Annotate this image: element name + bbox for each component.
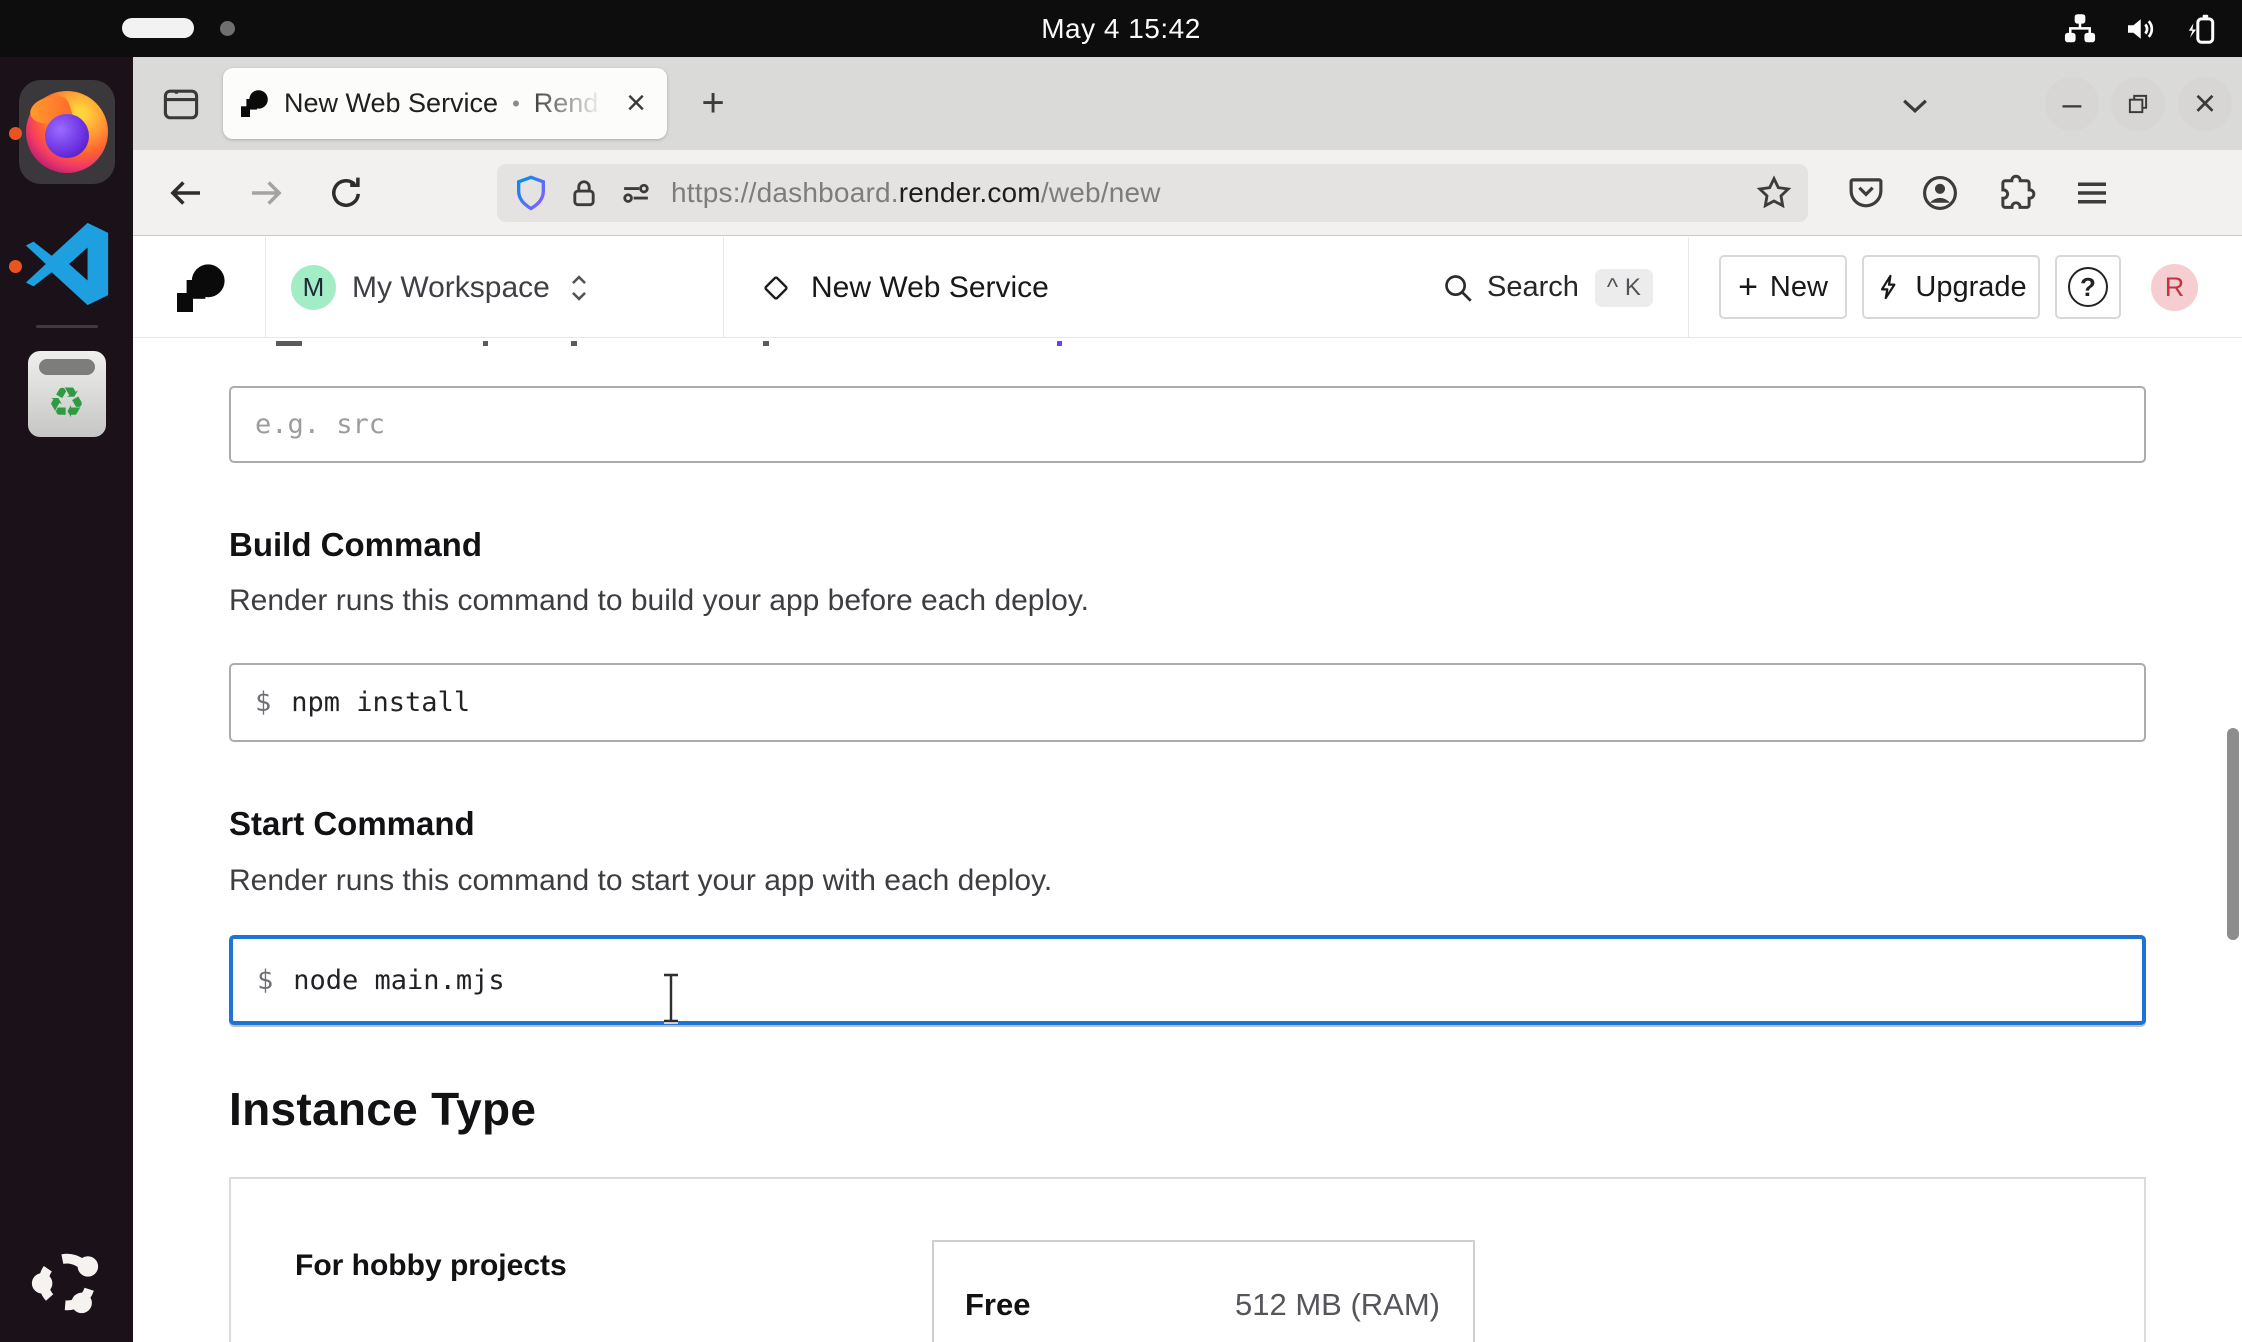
tab-bar: New Web Service • Rend × + – × [133,57,2242,150]
clipped-text-fragment [763,341,769,346]
instance-name: Free [965,1287,1030,1323]
header-divider [1688,237,1689,338]
search-icon [1441,271,1475,305]
user-avatar[interactable]: R [2151,264,2198,311]
build-command-input[interactable] [291,687,2120,718]
upgrade-button[interactable]: Upgrade [1862,255,2040,319]
desktop: May 4 15:42 [0,0,2242,1342]
pocket-icon[interactable] [1845,172,1887,214]
instance-type-panel: For hobby projects Free 512 MB (RAM) [229,1177,2146,1342]
render-header: M My Workspace New Web Service Search ^ … [133,237,2242,338]
back-icon[interactable] [165,172,207,214]
url-text[interactable]: https://dashboard.render.com/web/new [671,177,1161,209]
network-icon[interactable] [2062,11,2098,47]
dock: ♻ [0,57,133,1342]
help-button[interactable]: ? [2055,255,2121,319]
render-favicon [241,90,268,117]
build-command-field[interactable]: $ [229,663,2146,742]
root-directory-input[interactable] [229,386,2146,463]
firefox-running-dot [9,127,22,140]
permissions-icon[interactable] [617,174,655,212]
firefox-active-tile[interactable] [19,80,115,184]
ibeam-cursor [660,972,682,1024]
reload-icon[interactable] [325,172,367,214]
page-title-group: New Web Service [759,237,1049,338]
header-divider [265,237,266,338]
battery-charging-icon[interactable] [2182,10,2220,48]
vscode-running-dot [9,260,22,273]
diamond-icon [759,271,793,305]
render-logo[interactable] [177,237,225,338]
chevron-up-down-icon [564,271,594,305]
list-tabs-chevron-icon[interactable] [1895,85,1935,125]
show-apps-button[interactable] [0,1242,133,1322]
prompt-dollar: $ [255,687,271,718]
volume-icon[interactable] [2122,11,2158,47]
tab-close-icon[interactable]: × [615,82,657,124]
tab-title: New Web Service • Rend [284,88,614,119]
search-button[interactable]: Search ^ K [1441,237,1653,338]
instance-ram: 512 MB (RAM) [1235,1287,1440,1323]
start-command-input[interactable] [293,965,2118,996]
trash-icon: ♻ [28,351,106,437]
new-tab-button[interactable]: + [689,79,737,127]
workspace-name: My Workspace [352,271,550,305]
start-command-title: Start Command [229,805,475,843]
navigation-toolbar: https://dashboard.render.com/web/new [133,150,2242,236]
vscode-icon [20,217,114,311]
extensions-puzzle-icon[interactable] [1995,172,2037,214]
tracking-shield-icon[interactable] [511,173,551,213]
start-command-description: Render runs this command to start your a… [229,864,1052,898]
workspace-avatar: M [291,265,336,310]
close-button[interactable]: × [2178,77,2232,131]
system-top-bar: May 4 15:42 [0,0,2242,57]
dock-separator [36,325,98,328]
start-command-field[interactable]: $ [229,935,2146,1025]
page-title: New Web Service [811,271,1049,305]
question-icon: ? [2068,267,2108,307]
firefox-view-icon[interactable] [155,82,207,126]
scrollbar-thumb[interactable] [2227,728,2239,940]
clipped-text-fragment [571,341,577,346]
search-shortcut-badge: ^ K [1595,269,1653,307]
header-divider [723,237,724,338]
clipped-text-fragment [483,341,488,346]
clock[interactable]: May 4 15:42 [0,0,2242,57]
restore-button[interactable] [2111,77,2165,131]
firefox-icon [26,91,108,173]
tab-new-web-service[interactable]: New Web Service • Rend × [223,68,667,139]
plus-icon: + [1738,268,1758,307]
forward-icon[interactable] [245,172,287,214]
minimize-button[interactable]: – [2045,77,2099,131]
clipped-text-fragment [1057,341,1062,346]
firefox-window: New Web Service • Rend × + – × [133,57,2242,1342]
new-button[interactable]: + New [1719,255,1847,319]
lock-icon[interactable] [565,174,603,212]
build-command-description: Render runs this command to build your a… [229,584,1089,618]
clipped-text-fragment [276,341,302,346]
instance-card-free[interactable]: Free 512 MB (RAM) [932,1240,1475,1342]
ubuntu-icon [27,1242,107,1322]
instance-type-title: Instance Type [229,1082,536,1136]
lightning-icon [1875,273,1903,301]
page-content: Build Command Render runs this command t… [133,338,2242,1342]
system-status-icons[interactable] [2062,0,2220,57]
hobby-projects-label: For hobby projects [295,1249,567,1283]
bookmark-star-icon[interactable] [1754,173,1794,213]
build-command-title: Build Command [229,526,482,564]
dock-item-trash[interactable]: ♻ [0,351,133,437]
menu-hamburger-icon[interactable] [2071,172,2113,214]
url-bar[interactable]: https://dashboard.render.com/web/new [497,164,1808,222]
workspace-switcher[interactable]: M My Workspace [291,237,594,338]
prompt-dollar: $ [257,965,273,996]
